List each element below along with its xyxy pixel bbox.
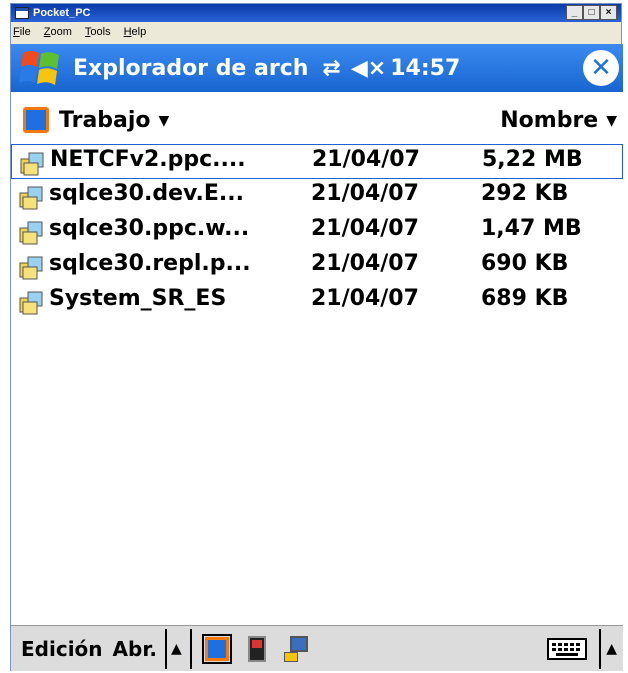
clock-time[interactable]: 14:57 <box>390 56 460 81</box>
file-name: sqlce30.ppc.w... <box>49 216 250 241</box>
menu-zoom[interactable]: Zoom <box>44 22 72 42</box>
keyboard-icon[interactable] <box>547 637 587 661</box>
file-date: 21/04/07 <box>311 216 419 241</box>
app-title: Explorador de arch <box>73 55 309 81</box>
folder-header: Trabajo ▼ Nombre ▼ <box>11 98 623 142</box>
list-item[interactable]: sqlce30.ppc.w... 21/04/07 1,47 MB <box>11 214 623 249</box>
divider <box>599 628 601 669</box>
window-controls: _ □ × <box>566 5 617 20</box>
file-name: System_SR_ES <box>49 286 227 311</box>
emulator-window: Pocket_PC _ □ × File Zoom Tools Help Exp… <box>10 3 623 671</box>
close-icon[interactable]: ✕ <box>583 50 619 86</box>
connection-arrows-icon[interactable]: ⇄ <box>322 56 340 81</box>
menu-help[interactable]: Help <box>124 22 147 42</box>
device-folder-icon <box>23 107 49 133</box>
windows-start-icon[interactable] <box>19 47 63 89</box>
close-window-button[interactable]: × <box>600 5 617 20</box>
menu-tools[interactable]: Tools <box>85 22 111 42</box>
file-date: 21/04/07 <box>312 147 420 172</box>
file-size: 690 KB <box>481 251 569 276</box>
file-size: 1,47 MB <box>481 216 582 241</box>
file-name: sqlce30.dev.E... <box>49 181 244 206</box>
window-app-icon <box>15 7 29 19</box>
list-item[interactable]: NETCFv2.ppc.... 21/04/07 5,22 MB <box>11 144 623 179</box>
file-date: 21/04/07 <box>311 181 419 206</box>
divider <box>189 628 192 669</box>
network-computer-icon[interactable] <box>282 634 312 664</box>
chevron-down-icon: ▼ <box>606 112 617 129</box>
file-size: 689 KB <box>481 286 569 311</box>
menu-file[interactable]: File <box>13 22 31 42</box>
chevron-up-icon[interactable]: ▲ <box>171 641 182 657</box>
pocket-pc-screen: Explorador de arch ⇄ ◀× 14:57 ✕ Trabajo ▼… <box>11 44 623 671</box>
maximize-button[interactable]: □ <box>583 5 600 20</box>
window-title: Pocket_PC <box>33 7 91 19</box>
cab-package-icon <box>19 221 43 245</box>
file-name: NETCFv2.ppc.... <box>50 147 246 172</box>
file-name: sqlce30.repl.p... <box>49 251 251 276</box>
file-list: NETCFv2.ppc.... 21/04/07 5,22 MB sqlce30… <box>11 144 623 319</box>
sort-dropdown[interactable]: Nombre ▼ <box>500 108 617 133</box>
navigation-bar: Explorador de arch ⇄ ◀× 14:57 ✕ <box>11 44 623 92</box>
file-size: 5,22 MB <box>482 147 583 172</box>
list-item[interactable]: System_SR_ES 21/04/07 689 KB <box>11 284 623 319</box>
sort-name: Nombre <box>500 107 599 133</box>
cab-package-icon <box>19 291 43 315</box>
file-size: 292 KB <box>481 181 569 206</box>
divider <box>164 628 167 669</box>
open-menu-button[interactable]: Abr. <box>113 637 157 661</box>
chevron-down-icon: ▼ <box>158 112 170 129</box>
cab-package-icon <box>20 152 44 176</box>
file-date: 21/04/07 <box>311 286 419 311</box>
emulator-menubar: File Zoom Tools Help <box>11 22 621 42</box>
cab-package-icon <box>19 256 43 280</box>
edit-menu-button[interactable]: Edición <box>21 637 103 661</box>
file-date: 21/04/07 <box>311 251 419 276</box>
device-view-icon[interactable] <box>201 633 232 664</box>
folder-dropdown[interactable]: Trabajo ▼ <box>59 108 169 133</box>
minimize-button[interactable]: _ <box>566 5 583 20</box>
soft-key-bar: Edición Abr. ▲ ▲ <box>11 625 623 671</box>
list-item[interactable]: sqlce30.repl.p... 21/04/07 690 KB <box>11 249 623 284</box>
emulator-titlebar: Pocket_PC _ □ × <box>11 4 621 22</box>
cab-package-icon <box>19 186 43 210</box>
speaker-muted-icon[interactable]: ◀× <box>351 56 386 81</box>
folder-name: Trabajo <box>59 107 151 133</box>
storage-card-icon[interactable] <box>242 634 272 664</box>
input-menu-up-icon[interactable]: ▲ <box>606 641 617 657</box>
list-item[interactable]: sqlce30.dev.E... 21/04/07 292 KB <box>11 179 623 214</box>
